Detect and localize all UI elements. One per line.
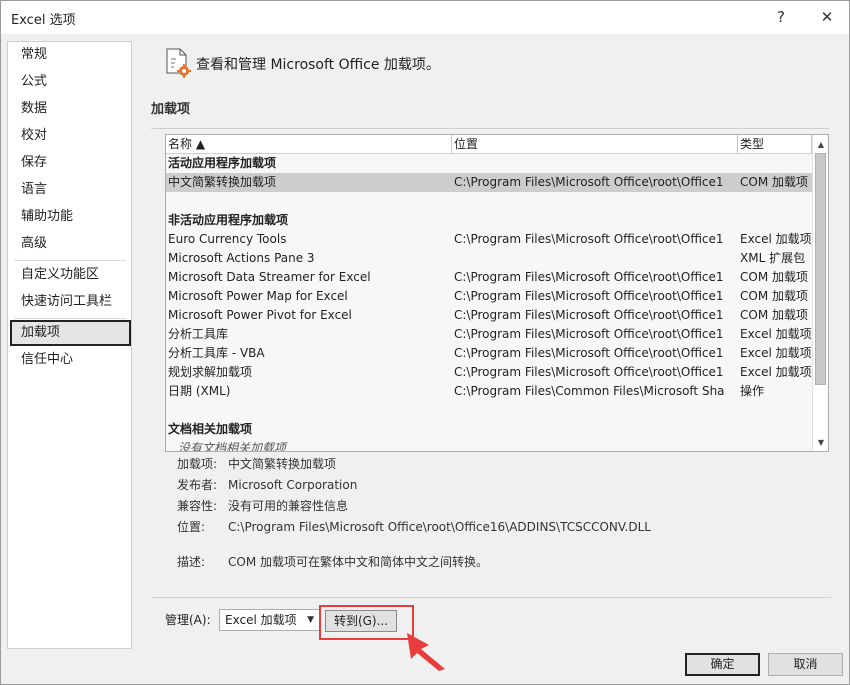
nav-item-trust-center[interactable]: 信任中心 [10, 347, 131, 373]
table-row[interactable]: Euro Currency Tools C:\Program Files\Mic… [166, 230, 812, 249]
group-header-document: 文档相关加载项 [168, 422, 253, 436]
row-location: C:\Program Files\Microsoft Office\root\O… [454, 289, 724, 303]
table-row[interactable]: 分析工具库 - VBA C:\Program Files\Microsoft O… [166, 344, 812, 363]
table-row[interactable]: Microsoft Power Pivot for Excel C:\Progr… [166, 306, 812, 325]
column-header-name[interactable]: 名称 ▲ [166, 135, 452, 154]
scroll-thumb[interactable] [815, 153, 826, 385]
window-title: Excel 选项 [11, 13, 76, 28]
table-row: 没有文档相关加载项 [176, 439, 812, 452]
table-row[interactable]: 分析工具库 C:\Program Files\Microsoft Office\… [166, 325, 812, 344]
row-name: Microsoft Power Pivot for Excel [168, 308, 352, 322]
cancel-button[interactable]: 取消 [768, 653, 843, 676]
nav-divider [14, 318, 126, 319]
close-button[interactable]: ✕ [813, 5, 841, 29]
list-scrollbar[interactable]: ▲ ▼ [812, 135, 828, 451]
row-type: COM 加载项 [740, 175, 808, 189]
nav-item-save[interactable]: 保存 [10, 150, 131, 176]
table-row[interactable]: Microsoft Data Streamer for Excel C:\Pro… [166, 268, 812, 287]
table-row[interactable]: 日期 (XML) C:\Program Files\Common Files\M… [166, 382, 812, 401]
row-location: C:\Program Files\Microsoft Office\root\O… [454, 365, 724, 379]
list-body: 活动应用程序加载项 中文简繁转换加载项 C:\Program Files\Mic… [166, 154, 812, 452]
table-row[interactable]: Microsoft Power Map for Excel C:\Program… [166, 287, 812, 306]
row-type: COM 加载项 [740, 308, 808, 322]
table-row[interactable]: 中文简繁转换加载项 C:\Program Files\Microsoft Off… [166, 173, 812, 192]
manage-label: 管理(A): [165, 613, 211, 627]
nav-item-language[interactable]: 语言 [10, 177, 131, 203]
column-header-location[interactable]: 位置 [452, 135, 738, 154]
row-location: C:\Program Files\Common Files\Microsoft … [454, 384, 725, 398]
row-type: Excel 加载项 [740, 327, 812, 341]
nav-item-advanced[interactable]: 高级 [10, 231, 131, 257]
title-bar: Excel 选项 ? ✕ [1, 1, 849, 34]
row-name: 分析工具库 - VBA [168, 346, 265, 360]
scroll-down-icon[interactable]: ▼ [813, 434, 828, 450]
chevron-down-icon: ▼ [307, 615, 314, 625]
page-header: 查看和管理 Microsoft Office 加载项。 [196, 57, 440, 73]
row-location: C:\Program Files\Microsoft Office\root\O… [454, 327, 724, 341]
row-name: 规划求解加载项 [168, 365, 253, 379]
column-header-type[interactable]: 类型 [738, 135, 812, 154]
nav-item-addins[interactable]: 加载项 [10, 320, 131, 346]
list-header: 名称 ▲ 位置 类型 [166, 135, 812, 154]
row-name: Microsoft Power Map for Excel [168, 289, 348, 303]
row-location: C:\Program Files\Microsoft Office\root\O… [454, 175, 724, 189]
manage-dropdown[interactable]: Excel 加载项 ▼ [219, 609, 320, 631]
row-name: 中文简繁转换加载项 [168, 175, 277, 189]
row-location: C:\Program Files\Microsoft Office\root\O… [454, 346, 724, 360]
row-type: XML 扩展包 [740, 251, 806, 265]
row-name: Euro Currency Tools [168, 232, 287, 246]
nav-item-customize-ribbon[interactable]: 自定义功能区 [10, 262, 131, 288]
row-name: Microsoft Data Streamer for Excel [168, 270, 371, 284]
nav-item-quick-access-toolbar[interactable]: 快速访问工具栏 [10, 289, 131, 315]
nav-item-proofing[interactable]: 校对 [10, 123, 131, 149]
row-location: C:\Program Files\Microsoft Office\root\O… [454, 308, 724, 322]
row-name: 分析工具库 [168, 327, 229, 341]
row-location: C:\Program Files\Microsoft Office\root\O… [454, 270, 724, 284]
nav-divider [14, 260, 126, 261]
table-row[interactable]: 规划求解加载项 C:\Program Files\Microsoft Offic… [166, 363, 812, 382]
manage-divider [151, 597, 831, 598]
excel-options-dialog: Excel 选项 ? ✕ 常规 公式 数据 校对 保存 语言 辅助功能 高级 自… [0, 0, 850, 685]
section-title: 加载项 [151, 102, 191, 117]
scroll-up-icon[interactable]: ▲ [813, 136, 828, 152]
table-row[interactable]: Microsoft Actions Pane 3 XML 扩展包 [166, 249, 812, 268]
ok-button[interactable]: 确定 [685, 653, 760, 676]
section-divider [151, 128, 829, 129]
nav-item-formulas[interactable]: 公式 [10, 69, 131, 95]
addins-list[interactable]: 名称 ▲ 位置 类型 活动应用程序加载项 中文简繁转换加载项 C:\Progra… [165, 134, 829, 452]
nav-item-general[interactable]: 常规 [10, 42, 131, 68]
row-name: Microsoft Actions Pane 3 [168, 251, 315, 265]
help-button[interactable]: ? [767, 5, 795, 29]
annotation-arrow-icon [407, 633, 445, 671]
go-button[interactable]: 转到(G)... [325, 610, 397, 632]
row-type: Excel 加载项 [740, 346, 812, 360]
group-header-active: 活动应用程序加载项 [168, 156, 277, 170]
group-header-inactive: 非活动应用程序加载项 [168, 213, 289, 227]
addin-settings-icon [166, 48, 191, 78]
nav-item-accessibility[interactable]: 辅助功能 [10, 204, 131, 230]
row-type: Excel 加载项 [740, 365, 812, 379]
row-name: 没有文档相关加载项 [178, 441, 287, 452]
addins-panel: 查看和管理 Microsoft Office 加载项。 加载项 名称 ▲ 位置 … [141, 41, 841, 641]
row-type: Excel 加载项 [740, 232, 812, 246]
row-type: COM 加载项 [740, 289, 808, 303]
row-type: 操作 [740, 384, 765, 398]
row-name: 日期 (XML) [168, 384, 231, 398]
category-nav: 常规 公式 数据 校对 保存 语言 辅助功能 高级 自定义功能区 快速访问工具栏… [7, 41, 132, 649]
row-location: C:\Program Files\Microsoft Office\root\O… [454, 232, 724, 246]
row-type: COM 加载项 [740, 270, 808, 284]
nav-item-data[interactable]: 数据 [10, 96, 131, 122]
manage-dropdown-value: Excel 加载项 [225, 613, 297, 627]
